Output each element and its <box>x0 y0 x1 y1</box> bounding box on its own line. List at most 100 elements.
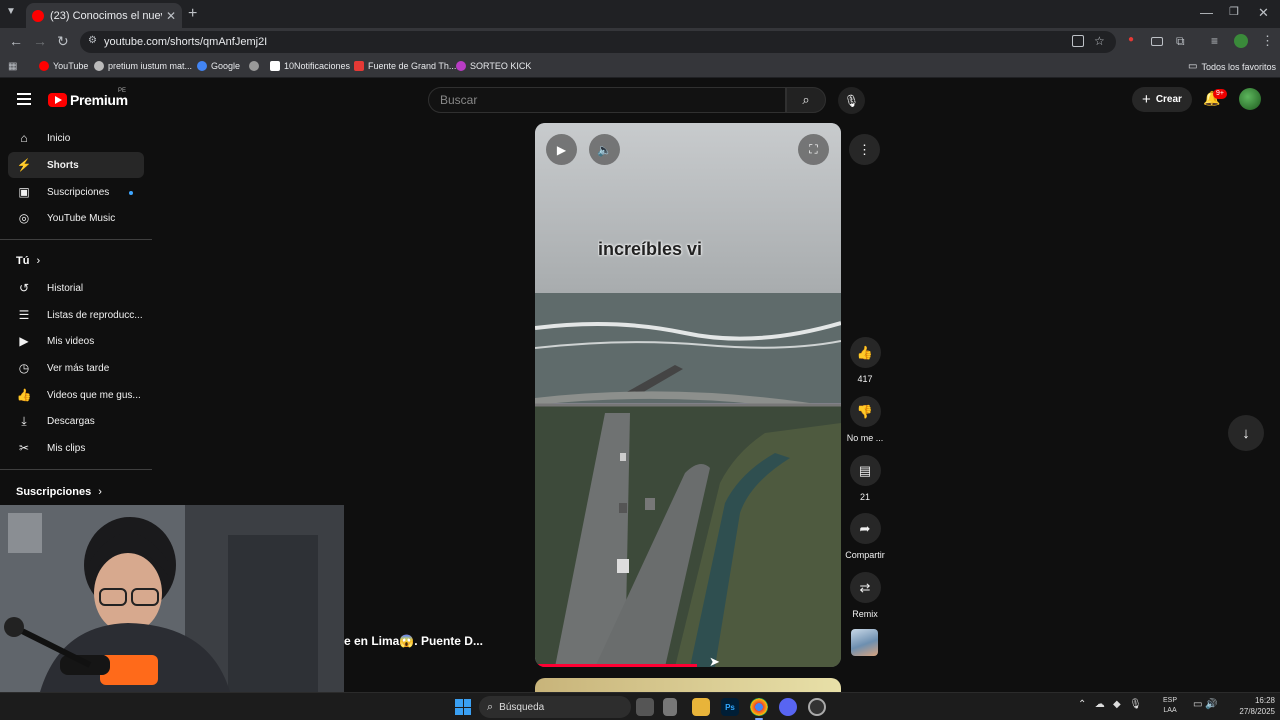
next-short-preview[interactable] <box>535 678 841 692</box>
network-volume-icons[interactable]: ▭ 🔊 <box>1193 699 1218 710</box>
browser-tab[interactable]: (23) Conocimos el nuevo puente ✕ <box>26 3 182 28</box>
sidebar-item-label: Shorts <box>47 159 79 171</box>
search-button[interactable]: ⌕ <box>786 87 826 113</box>
sidebar-item-youtube-music[interactable]: ◎ YouTube Music <box>8 205 144 231</box>
account-avatar[interactable] <box>1239 88 1261 110</box>
taskbar-search[interactable]: ⌕ Búsqueda <box>479 696 631 718</box>
bookmark-google[interactable]: Google <box>197 61 240 71</box>
bookmark-star-icon[interactable]: ☆ <box>1094 34 1105 48</box>
sidebar-item-shorts[interactable]: ⚡ Shorts <box>8 152 144 178</box>
sidebar-item-liked-videos[interactable]: 👍 Videos que me gus... <box>8 382 144 408</box>
search-input[interactable]: Buscar <box>428 87 786 113</box>
fullscreen-button[interactable]: ⛶ <box>798 134 829 165</box>
remix-button[interactable]: ⇄ Remix <box>844 572 886 619</box>
voice-search-button[interactable]: 🎙 <box>838 87 865 114</box>
reload-icon[interactable]: ↻ <box>57 33 69 50</box>
youtube-premium-logo[interactable]: Premium PE <box>48 88 128 108</box>
sidebar-item-history[interactable]: ↺ Historial <box>8 275 144 301</box>
minimize-icon[interactable]: — <box>1200 5 1213 20</box>
browser-menu-icon[interactable]: ⋮ <box>1261 33 1274 49</box>
extension-icon[interactable] <box>1151 37 1163 46</box>
bookmark-x[interactable]: 10Notificaciones <box>270 61 350 71</box>
photoshop-icon[interactable]: Ps <box>721 698 739 716</box>
restore-icon[interactable]: ❐ <box>1229 5 1239 18</box>
volume-button[interactable]: 🔈 <box>589 134 620 165</box>
taskbar-clock[interactable]: 16:28 27/8/2025 <box>1223 695 1275 717</box>
close-tab-icon[interactable]: ✕ <box>166 9 176 23</box>
share-icon: ➦ <box>849 513 881 544</box>
sidebar-item-home[interactable]: ⌂ Inicio <box>8 125 144 151</box>
globe-icon <box>94 61 104 71</box>
dislike-button[interactable]: 👎 No me ... <box>844 396 886 443</box>
create-button[interactable]: + Crear <box>1132 87 1192 112</box>
media-control-icon[interactable]: ≡ <box>1211 34 1218 48</box>
language-indicator[interactable]: ESP LAA <box>1163 696 1177 716</box>
mouse-cursor-icon: ➤ <box>709 654 720 669</box>
system-tray[interactable]: ⌃ ☁ ◆ 🎙 <box>1078 699 1142 710</box>
sound-thumbnail[interactable] <box>851 629 878 656</box>
like-button[interactable]: 👍 417 <box>844 337 886 384</box>
short-title[interactable]: e en Lima😱. Puente D... <box>344 634 483 648</box>
menu-icon[interactable] <box>17 93 31 105</box>
extensions-puzzle-icon[interactable]: ⧉ <box>1176 34 1185 49</box>
bookmark-globe[interactable] <box>249 61 263 71</box>
forward-icon[interactable]: → <box>33 33 47 49</box>
subscriptions-section-heading[interactable]: Suscripciones › <box>16 486 102 498</box>
sidebar-item-clips[interactable]: ✂ Mis clips <box>8 435 144 461</box>
dislike-label: No me ... <box>846 433 884 443</box>
bookmarks-bar: ▦ YouTube pretium iustum mat... Google 1… <box>0 56 1280 78</box>
cast-icon[interactable] <box>1072 35 1084 47</box>
windows-start-icon[interactable] <box>455 699 471 715</box>
bookmark-label: 10Notificaciones <box>284 61 351 71</box>
app-icon[interactable] <box>663 698 677 716</box>
video-progress-bar[interactable] <box>535 664 698 667</box>
video-frame-image <box>535 123 841 667</box>
back-icon[interactable]: ← <box>9 33 23 49</box>
country-code: PE <box>118 88 127 94</box>
chrome-icon[interactable] <box>750 698 768 720</box>
sidebar-item-playlists[interactable]: ☰ Listas de reproducc... <box>8 302 144 328</box>
video-caption: increíbles vi <box>598 239 703 259</box>
address-bar[interactable]: ⚙ youtube.com/shorts/qmAnfJemj2I <box>80 31 1116 53</box>
sidebar-item-my-videos[interactable]: ▶ Mis videos <box>8 328 144 354</box>
discord-icon[interactable] <box>779 698 797 716</box>
bookmark-label: Google <box>211 61 241 71</box>
site-info-icon[interactable]: ⚙ <box>88 35 97 46</box>
you-section-heading[interactable]: Tú › <box>16 255 40 267</box>
tab-search-icon[interactable]: ▼ <box>6 6 16 17</box>
play-button[interactable]: ▶ <box>546 134 577 165</box>
all-favorites-folder[interactable]: ▭ Todos los favoritos <box>1188 61 1276 72</box>
fuente-icon <box>354 61 364 71</box>
sidebar-item-downloads[interactable]: ⤓ Descargas <box>8 408 144 434</box>
sidebar: ⌂ Inicio ⚡ Shorts ▣ Suscripciones ◎ YouTube … <box>0 118 156 505</box>
logo-text: Premium <box>70 92 128 108</box>
remix-icon: ⇄ <box>849 572 881 603</box>
plus-icon: + <box>1142 91 1151 108</box>
scissors-icon: ✂ <box>18 441 30 455</box>
bookmark-label: pretium iustum mat... <box>108 61 193 71</box>
profile-avatar[interactable] <box>1234 34 1248 48</box>
download-icon: ⤓ <box>21 413 27 428</box>
bookmark-youtube[interactable]: YouTube <box>39 61 88 71</box>
clock-icon: ◷ <box>18 361 30 375</box>
globe-icon <box>249 61 259 71</box>
notifications-badge: 9+ <box>1213 89 1227 99</box>
bookmark-sorteo[interactable]: SORTEO KICK <box>456 61 531 71</box>
comments-button[interactable]: ▤ 21 <box>844 455 886 502</box>
file-explorer-icon[interactable] <box>692 698 710 716</box>
steam-icon[interactable] <box>808 698 826 716</box>
close-window-icon[interactable]: ✕ <box>1258 5 1269 21</box>
shorts-video-player[interactable]: ▶ 🔈 ⛶ increíbles vi <box>535 123 841 667</box>
apps-grid-icon[interactable]: ▦ <box>8 61 17 72</box>
extension-record-icon[interactable]: ● <box>1128 34 1134 45</box>
sidebar-item-watch-later[interactable]: ◷ Ver más tarde <box>8 355 144 381</box>
sidebar-item-subscriptions[interactable]: ▣ Suscripciones <box>8 179 144 205</box>
share-button[interactable]: ➦ Compartir <box>844 513 886 560</box>
new-tab-icon[interactable]: + <box>188 5 197 23</box>
bookmark-fuente[interactable]: Fuente de Grand Th... <box>354 61 456 71</box>
clock-time: 16:28 <box>1254 696 1275 705</box>
more-options-button[interactable]: ⋮ <box>849 134 880 165</box>
next-short-button[interactable]: ↓ <box>1228 415 1264 451</box>
bookmark-pretium[interactable]: pretium iustum mat... <box>94 61 192 71</box>
task-view-icon[interactable] <box>636 698 654 716</box>
